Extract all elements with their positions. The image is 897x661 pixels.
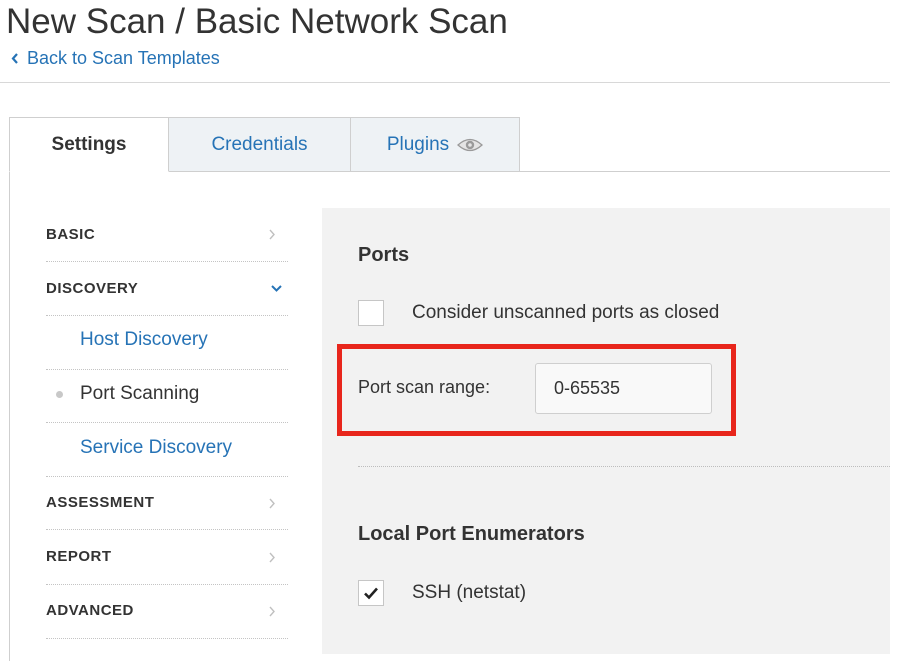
sidebar-divider — [46, 638, 288, 639]
sidebar-divider — [46, 476, 288, 477]
chevron-right-icon — [269, 498, 275, 509]
tab-plugins-label: Plugins — [386, 133, 450, 155]
sidebar-item-label: REPORT — [46, 548, 112, 565]
eye-icon — [457, 138, 484, 151]
tab-settings[interactable]: Settings — [9, 117, 169, 172]
consider-unscanned-label: Consider unscanned ports as closed — [412, 302, 720, 323]
chevron-left-icon — [11, 53, 18, 64]
section-title-local-port-enumerators: Local Port Enumerators — [358, 523, 585, 545]
sidebar-item-service-discovery[interactable]: Service Discovery — [80, 437, 288, 459]
sidebar-divider — [46, 369, 288, 370]
page-title: New Scan / Basic Network Scan — [6, 2, 508, 41]
tab-credentials-label: Credentials — [211, 133, 308, 155]
sidebar-item-port-scanning[interactable]: Port Scanning — [80, 383, 288, 405]
chevron-right-icon — [269, 606, 275, 617]
sidebar-divider — [46, 315, 288, 316]
sidebar-item-label: DISCOVERY — [46, 280, 139, 297]
sidebar-item-label: ADVANCED — [46, 602, 134, 619]
sidebar-divider — [46, 261, 288, 262]
ssh-netstat-checkbox[interactable] — [358, 580, 384, 606]
tab-credentials[interactable]: Credentials — [168, 117, 351, 172]
chevron-down-icon — [271, 285, 282, 292]
sidebar-item-label: BASIC — [46, 226, 96, 243]
port-scan-range-input[interactable] — [535, 363, 712, 414]
tab-settings-label: Settings — [51, 133, 127, 155]
section-title-ports: Ports — [358, 244, 410, 266]
sidebar-item-label: Service Discovery — [80, 437, 233, 458]
sidebar-item-label: Host Discovery — [80, 329, 208, 350]
back-link-label: Back to Scan Templates — [27, 48, 220, 68]
sidebar-divider — [46, 422, 288, 423]
tab-plugins[interactable]: Plugins — [350, 117, 520, 172]
port-scan-range-label: Port scan range: — [358, 377, 491, 397]
sidebar-item-discovery[interactable]: DISCOVERY — [46, 280, 288, 297]
sidebar-item-report[interactable]: REPORT — [46, 548, 288, 565]
back-to-templates-link[interactable]: Back to Scan Templates — [11, 48, 220, 69]
sidebar-item-label: Port Scanning — [80, 383, 200, 404]
sidebar-item-advanced[interactable]: ADVANCED — [46, 602, 288, 619]
chevron-right-icon — [269, 552, 275, 563]
section-divider — [358, 466, 890, 467]
checkmark-icon — [364, 587, 378, 600]
header-divider — [0, 82, 890, 83]
chevron-right-icon — [269, 229, 275, 240]
ssh-netstat-label: SSH (netstat) — [412, 582, 527, 603]
sidebar-item-basic[interactable]: BASIC — [46, 226, 288, 243]
sidebar-item-host-discovery[interactable]: Host Discovery — [80, 329, 288, 351]
sidebar-divider — [46, 584, 288, 585]
sidebar-item-label: ASSESSMENT — [46, 494, 155, 511]
sidebar-divider — [46, 529, 288, 530]
sidebar-item-assessment[interactable]: ASSESSMENT — [46, 494, 288, 511]
consider-unscanned-checkbox[interactable] — [358, 300, 384, 326]
active-bullet-icon — [56, 391, 63, 398]
